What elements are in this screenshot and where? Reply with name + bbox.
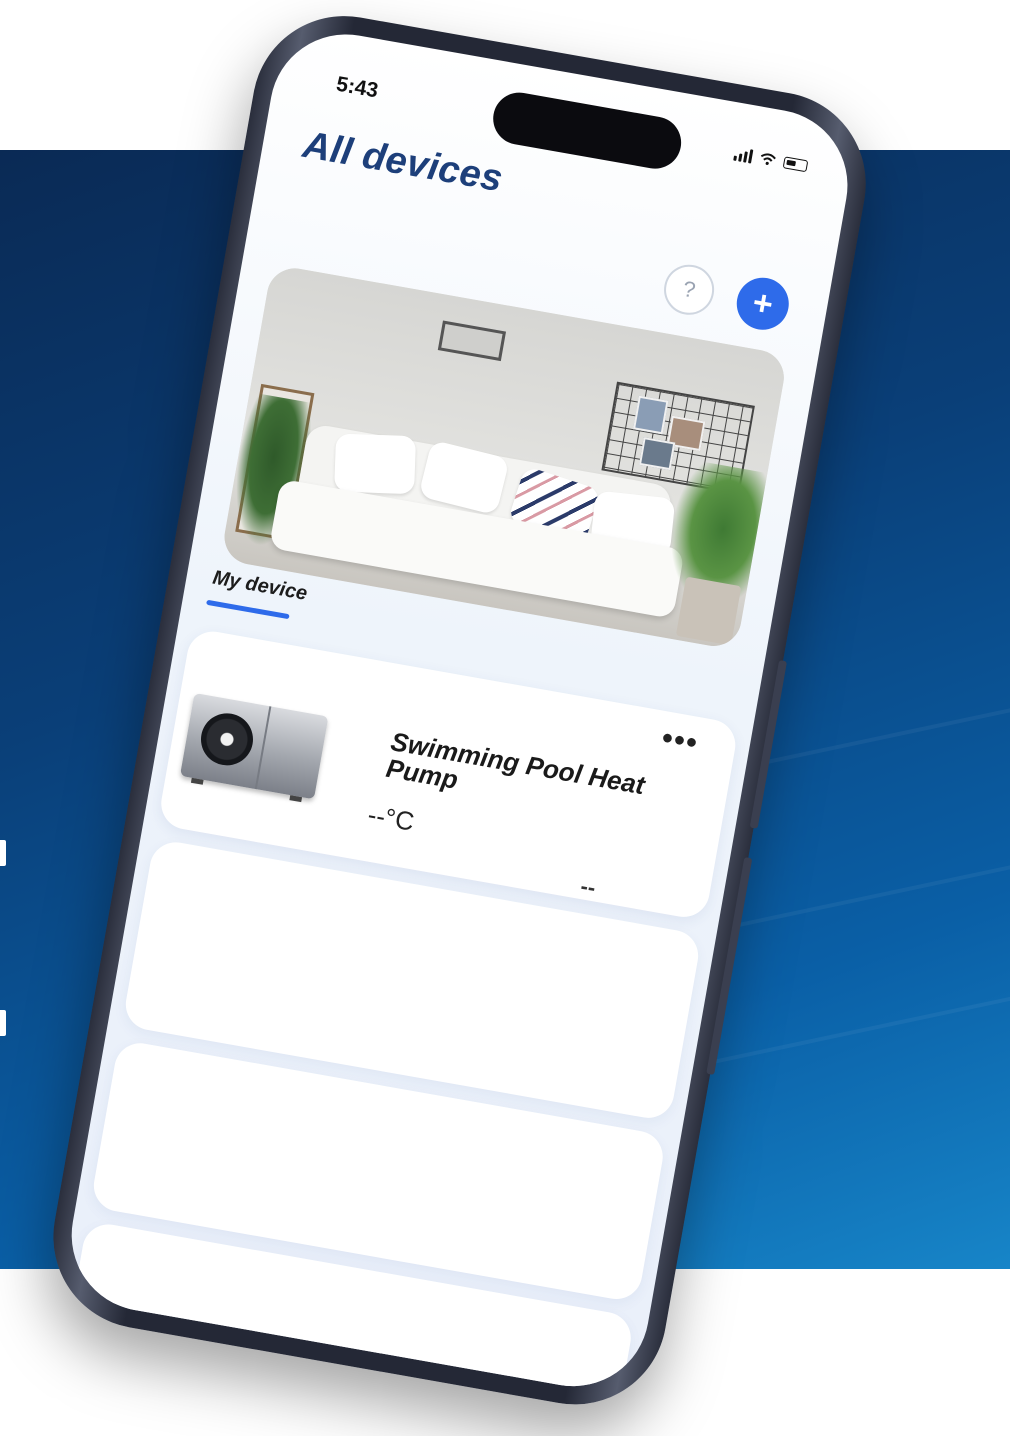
tab-active-indicator: [206, 599, 290, 620]
add-device-button[interactable]: +: [732, 273, 793, 334]
status-icons: [733, 147, 809, 174]
signal-icon: [733, 147, 754, 164]
battery-icon: [782, 156, 809, 173]
cropped-text-mark: [0, 1010, 6, 1036]
wifi-icon: [760, 153, 776, 165]
help-button[interactable]: ?: [660, 260, 719, 319]
status-time: 5:43: [334, 72, 380, 103]
cropped-text-mark: [0, 840, 6, 866]
plant-pot: [675, 576, 742, 646]
more-options-icon[interactable]: •••: [659, 719, 701, 761]
page-title: All devices: [299, 123, 506, 201]
dynamic-island: [489, 88, 686, 173]
